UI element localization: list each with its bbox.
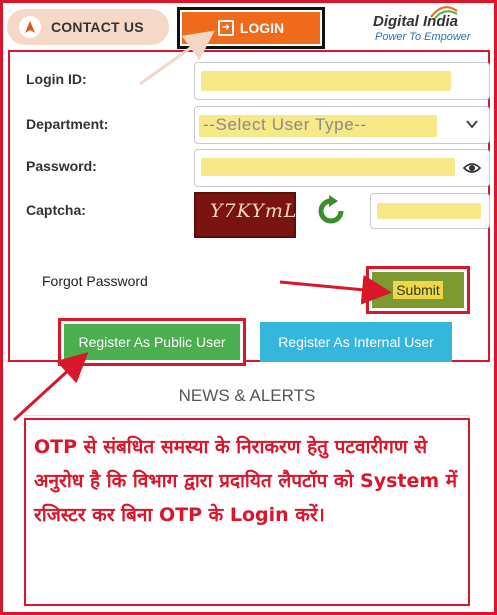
login-highlight-box: ➜ LOGIN <box>177 7 325 49</box>
captcha-text: Y7KYmL <box>210 200 298 222</box>
login-label: LOGIN <box>239 20 285 36</box>
captcha-input[interactable] <box>370 193 490 229</box>
chevron-down-icon <box>466 120 478 129</box>
news-alert-text: OTP से संबधित समस्या के निराकरण हेतु पटव… <box>34 436 458 526</box>
register-internal-label: Register As Internal User <box>278 334 434 350</box>
logo-main-text: Digital India <box>373 13 459 30</box>
redacted-highlight <box>377 203 481 219</box>
forgot-password-link[interactable]: Forgot Password <box>42 273 148 289</box>
contact-us-label: CONTACT US <box>51 19 144 35</box>
submit-label: Submit <box>393 281 443 299</box>
digital-india-logo: Digital India Power To Empower <box>359 6 493 47</box>
news-alerts-title: NEWS & ALERTS <box>24 376 470 416</box>
contact-us-button[interactable]: CONTACT US <box>7 9 169 45</box>
login-form-panel: Login ID: Department: --Select User Type… <box>8 50 490 366</box>
captcha-image: Y7KYmL <box>194 192 298 238</box>
logo-tagline: Power To Empower <box>375 31 471 43</box>
department-selected-value: --Select User Type-- <box>203 115 367 134</box>
login-id-label: Login ID: <box>26 71 87 87</box>
department-select[interactable]: --Select User Type-- <box>194 106 490 144</box>
news-alert-box: OTP से संबधित समस्या के निराकरण हेतु पटव… <box>24 418 470 606</box>
password-label: Password: <box>26 158 97 174</box>
login-icon: ➜ <box>217 20 234 36</box>
password-input[interactable] <box>194 149 490 187</box>
register-internal-button[interactable]: Register As Internal User <box>260 322 452 362</box>
login-id-input[interactable] <box>194 62 490 100</box>
department-label: Department: <box>26 116 109 132</box>
submit-button[interactable]: Submit <box>372 272 464 308</box>
eye-icon[interactable] <box>463 160 481 176</box>
redacted-highlight <box>201 158 455 176</box>
register-public-highlight-box: Register As Public User <box>58 318 246 366</box>
top-bar: CONTACT US ➜ LOGIN Digital India Power T… <box>3 3 494 49</box>
refresh-icon[interactable] <box>314 194 348 228</box>
submit-highlight-box: Submit <box>366 266 470 314</box>
login-button[interactable]: ➜ LOGIN <box>182 12 320 44</box>
redacted-highlight <box>201 71 451 91</box>
register-public-button[interactable]: Register As Public User <box>64 324 240 360</box>
register-public-label: Register As Public User <box>78 334 226 350</box>
captcha-label: Captcha: <box>26 202 86 218</box>
compass-icon <box>19 16 41 38</box>
